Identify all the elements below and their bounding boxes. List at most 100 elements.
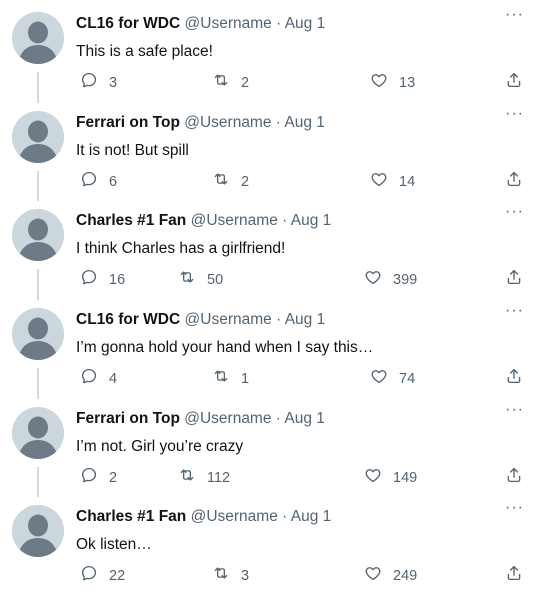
tweet-thread: CL16 for WDC @Username · Aug 1 ··· This is… (0, 0, 540, 600)
more-options-icon[interactable]: ··· (505, 204, 524, 220)
share-icon (505, 269, 523, 290)
retweet-button[interactable]: 3 (212, 564, 249, 587)
more-options-icon[interactable]: ··· (505, 106, 524, 122)
tweet-text: I’m gonna hold your hand when I say this… (76, 339, 374, 356)
more-options-icon[interactable]: ··· (505, 7, 524, 23)
retweet-icon (178, 268, 196, 291)
retweet-button[interactable]: 2 (212, 71, 249, 94)
tweet-actions: 16 50 399 (0, 268, 540, 292)
tweet[interactable]: Ferrari on Top @Username · Aug 1 ··· It is… (0, 99, 540, 201)
more-options-icon[interactable]: ··· (505, 303, 524, 319)
tweet-date[interactable]: Aug 1 (291, 508, 332, 525)
like-button[interactable]: 249 (364, 564, 417, 587)
default-avatar-icon[interactable] (12, 111, 64, 163)
like-button[interactable]: 13 (370, 71, 415, 94)
reply-icon (80, 170, 98, 193)
more-options-icon[interactable]: ··· (505, 402, 524, 418)
author-name[interactable]: Ferrari on Top (76, 410, 180, 427)
reply-icon (80, 268, 98, 291)
retweet-count: 1 (241, 370, 250, 387)
retweet-count: 112 (207, 469, 231, 486)
tweet-date[interactable]: Aug 1 (284, 114, 325, 131)
separator-dot: · (282, 212, 288, 229)
reply-icon (80, 367, 98, 390)
share-button[interactable] (505, 170, 523, 193)
separator-dot: · (275, 410, 281, 427)
like-count: 13 (399, 74, 416, 91)
default-avatar-icon[interactable] (12, 407, 64, 459)
tweet[interactable]: Charles #1 Fan @Username · Aug 1 ··· Ok li… (0, 493, 540, 591)
retweet-count: 3 (241, 567, 250, 584)
share-button[interactable] (505, 564, 523, 587)
author-name[interactable]: Ferrari on Top (76, 114, 180, 131)
heart-icon (370, 170, 388, 193)
tweet-date[interactable]: Aug 1 (285, 311, 326, 328)
retweet-count: 2 (241, 173, 250, 190)
tweet-date[interactable]: Aug 1 (284, 410, 325, 427)
share-icon (505, 467, 523, 488)
default-avatar-icon[interactable] (12, 12, 64, 64)
retweet-button[interactable]: 2 (212, 170, 249, 193)
tweet-text: I think Charles has a girlfriend! (76, 240, 286, 257)
like-button[interactable]: 14 (370, 170, 415, 193)
default-avatar-icon[interactable] (12, 209, 64, 261)
share-button[interactable] (505, 367, 523, 390)
tweet[interactable]: Ferrari on Top @Username · Aug 1 ··· I’m n… (0, 395, 540, 497)
author-handle[interactable]: @Username (184, 410, 271, 427)
tweet-text: This is a safe place! (76, 43, 213, 60)
retweet-button[interactable]: 1 (212, 367, 249, 390)
author-handle[interactable]: @Username (184, 114, 271, 131)
tweet-actions: 3 2 13 (0, 71, 540, 95)
tweet-header: CL16 for WDC @Username · Aug 1 (76, 310, 325, 330)
reply-count: 2 (109, 469, 118, 486)
retweet-button[interactable]: 50 (178, 268, 223, 291)
tweet-actions: 2 112 149 (0, 466, 540, 490)
tweet-text: It is not! But spill (76, 142, 189, 159)
like-button[interactable]: 74 (370, 367, 415, 390)
like-count: 249 (393, 567, 418, 584)
separator-dot: · (276, 15, 282, 32)
reply-button[interactable]: 6 (80, 170, 117, 193)
default-avatar-icon[interactable] (12, 308, 64, 360)
reply-button[interactable]: 3 (80, 71, 117, 94)
heart-icon (364, 564, 382, 587)
author-handle[interactable]: @Username (185, 311, 272, 328)
reply-count: 16 (109, 271, 126, 288)
retweet-icon (178, 466, 196, 489)
tweet-date[interactable]: Aug 1 (291, 212, 332, 229)
author-name[interactable]: Charles #1 Fan (76, 212, 186, 229)
tweet-date[interactable]: Aug 1 (285, 15, 326, 32)
tweet-header: Ferrari on Top @Username · Aug 1 (76, 409, 325, 429)
retweet-button[interactable]: 112 (178, 466, 230, 489)
like-button[interactable]: 399 (364, 268, 417, 291)
reply-icon (80, 466, 98, 489)
share-button[interactable] (505, 71, 523, 94)
share-icon (505, 565, 523, 586)
more-options-icon[interactable]: ··· (505, 500, 524, 516)
author-name[interactable]: Charles #1 Fan (76, 508, 186, 525)
author-handle[interactable]: @Username (191, 508, 278, 525)
reply-count: 4 (109, 370, 118, 387)
tweet[interactable]: CL16 for WDC @Username · Aug 1 ··· This is… (0, 0, 540, 103)
reply-button[interactable]: 22 (80, 564, 125, 587)
author-handle[interactable]: @Username (185, 15, 272, 32)
share-button[interactable] (505, 268, 523, 291)
retweet-icon (212, 71, 230, 94)
tweet[interactable]: Charles #1 Fan @Username · Aug 1 ··· I thi… (0, 197, 540, 300)
share-button[interactable] (505, 466, 523, 489)
separator-dot: · (276, 311, 282, 328)
tweet-header: CL16 for WDC @Username · Aug 1 (76, 14, 325, 34)
retweet-icon (212, 564, 230, 587)
author-name[interactable]: CL16 for WDC (76, 15, 180, 32)
reply-button[interactable]: 16 (80, 268, 125, 291)
tweet-text: Ok listen… (76, 536, 152, 553)
reply-button[interactable]: 4 (80, 367, 117, 390)
reply-button[interactable]: 2 (80, 466, 117, 489)
default-avatar-icon[interactable] (12, 505, 64, 557)
like-button[interactable]: 149 (364, 466, 417, 489)
tweet-header: Charles #1 Fan @Username · Aug 1 (76, 507, 331, 527)
reply-count: 3 (109, 74, 118, 91)
author-name[interactable]: CL16 for WDC (76, 311, 180, 328)
author-handle[interactable]: @Username (191, 212, 278, 229)
tweet[interactable]: CL16 for WDC @Username · Aug 1 ··· I’m gon… (0, 296, 540, 399)
